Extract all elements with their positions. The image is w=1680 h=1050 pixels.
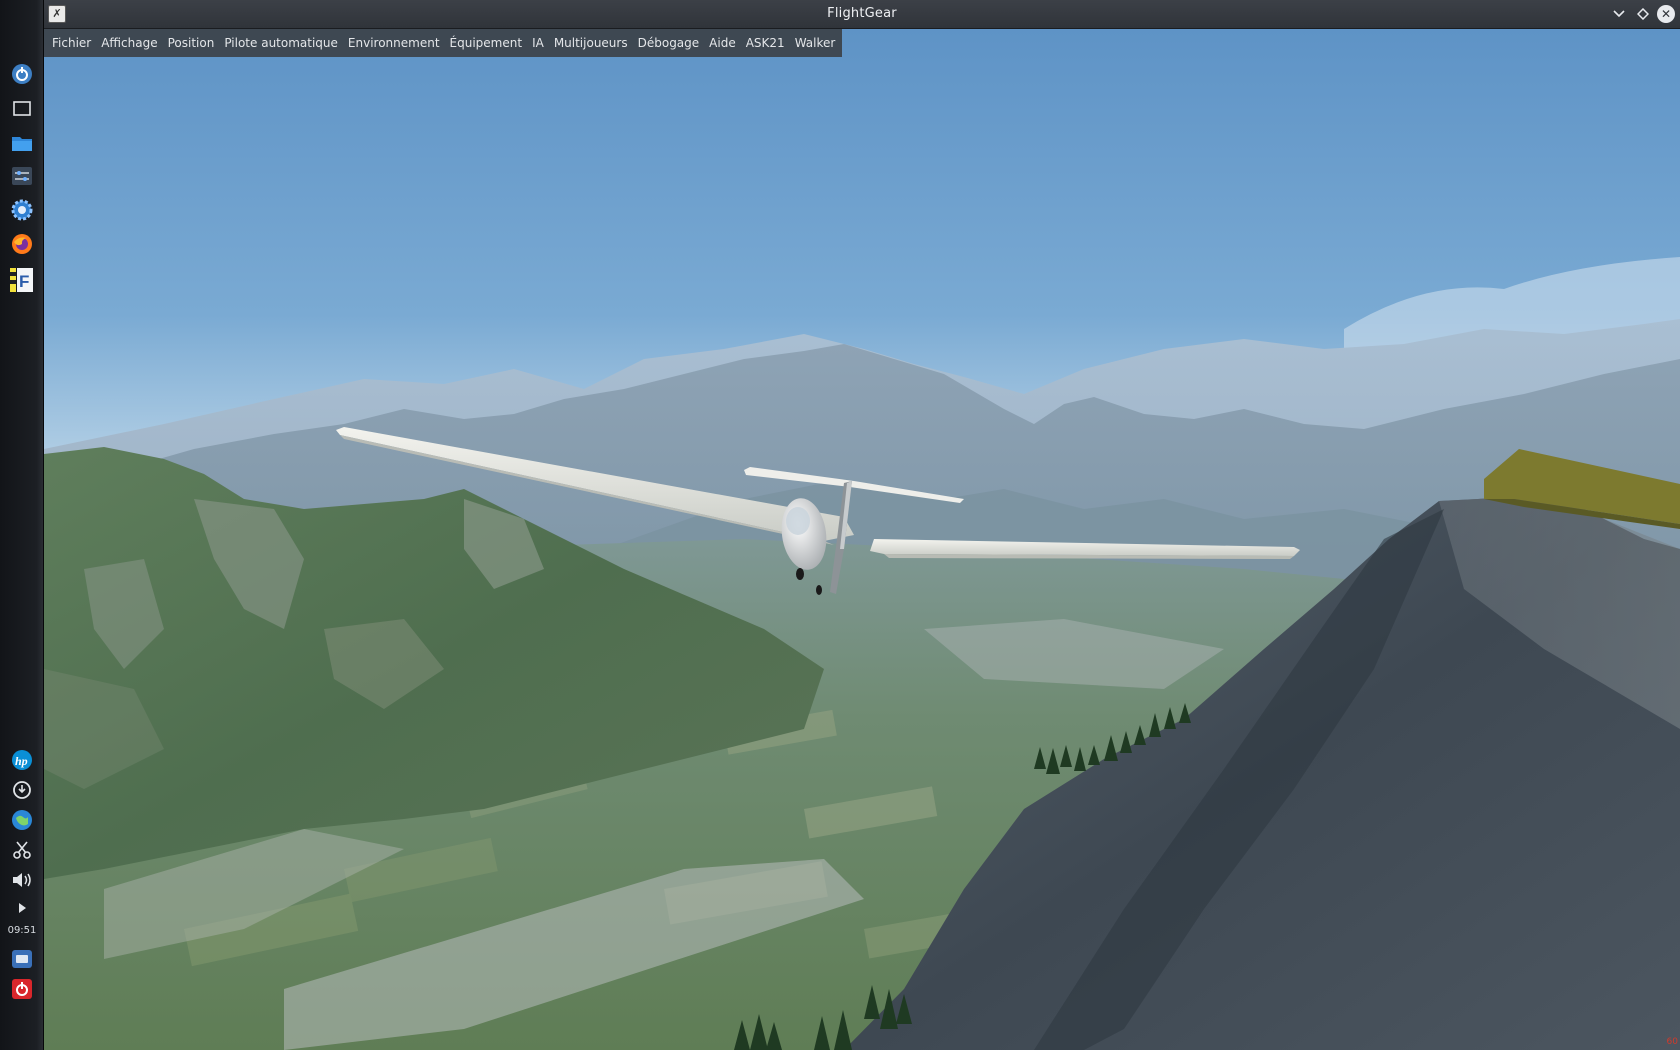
storage-icon[interactable] bbox=[9, 946, 35, 972]
menu-fichier[interactable]: Fichier bbox=[47, 29, 96, 57]
menu-multijoueurs[interactable]: Multijoueurs bbox=[549, 29, 633, 57]
maximize-icon[interactable] bbox=[1634, 5, 1652, 23]
firefox-icon[interactable] bbox=[9, 231, 35, 257]
power-icon[interactable] bbox=[9, 976, 35, 1002]
flightgear-icon[interactable]: F bbox=[9, 266, 35, 292]
menu-position[interactable]: Position bbox=[163, 29, 220, 57]
svg-text:F: F bbox=[19, 272, 29, 291]
hp-icon[interactable]: hp bbox=[9, 747, 35, 773]
scene-viewport[interactable] bbox=[44, 29, 1680, 1050]
volume-icon[interactable] bbox=[9, 867, 35, 893]
menu-environnement[interactable]: Environnement bbox=[343, 29, 445, 57]
clock[interactable]: 09:51 bbox=[0, 925, 44, 936]
fps-counter: 60 bbox=[1666, 1037, 1678, 1047]
window-title: FlightGear bbox=[827, 6, 897, 21]
update-icon[interactable] bbox=[9, 777, 35, 803]
menu-ask21[interactable]: ASK21 bbox=[741, 29, 790, 57]
minimize-icon[interactable] bbox=[1610, 5, 1628, 23]
close-icon[interactable]: ✕ bbox=[1657, 5, 1675, 23]
menu-aide[interactable]: Aide bbox=[704, 29, 741, 57]
menu-ia[interactable]: IA bbox=[527, 29, 549, 57]
flightgear-window: ✗ FlightGear ✕ Fichier Affichage Positio… bbox=[44, 0, 1680, 1050]
menu-debogage[interactable]: Débogage bbox=[633, 29, 705, 57]
title-bar[interactable]: ✗ FlightGear ✕ bbox=[44, 0, 1680, 29]
svg-text:hp: hp bbox=[15, 754, 28, 768]
menu-pilote-automatique[interactable]: Pilote automatique bbox=[219, 29, 343, 57]
menu-affichage[interactable]: Affichage bbox=[96, 29, 162, 57]
menu-walker[interactable]: Walker bbox=[790, 29, 841, 57]
menu-bar: Fichier Affichage Position Pilote automa… bbox=[44, 29, 843, 57]
scene-render bbox=[44, 29, 1680, 1050]
scissors-icon[interactable] bbox=[9, 837, 35, 863]
app-launcher-icon[interactable] bbox=[9, 61, 35, 87]
network-icon[interactable] bbox=[9, 807, 35, 833]
system-settings-icon[interactable] bbox=[9, 163, 35, 189]
expand-arrow-icon[interactable] bbox=[9, 895, 35, 921]
menu-equipement[interactable]: Équipement bbox=[445, 29, 528, 57]
file-manager-icon[interactable] bbox=[9, 130, 35, 156]
desktop-icon[interactable] bbox=[9, 96, 35, 122]
taskbar: F hp 09:51 bbox=[0, 0, 44, 1050]
settings-gear-icon[interactable] bbox=[9, 197, 35, 223]
